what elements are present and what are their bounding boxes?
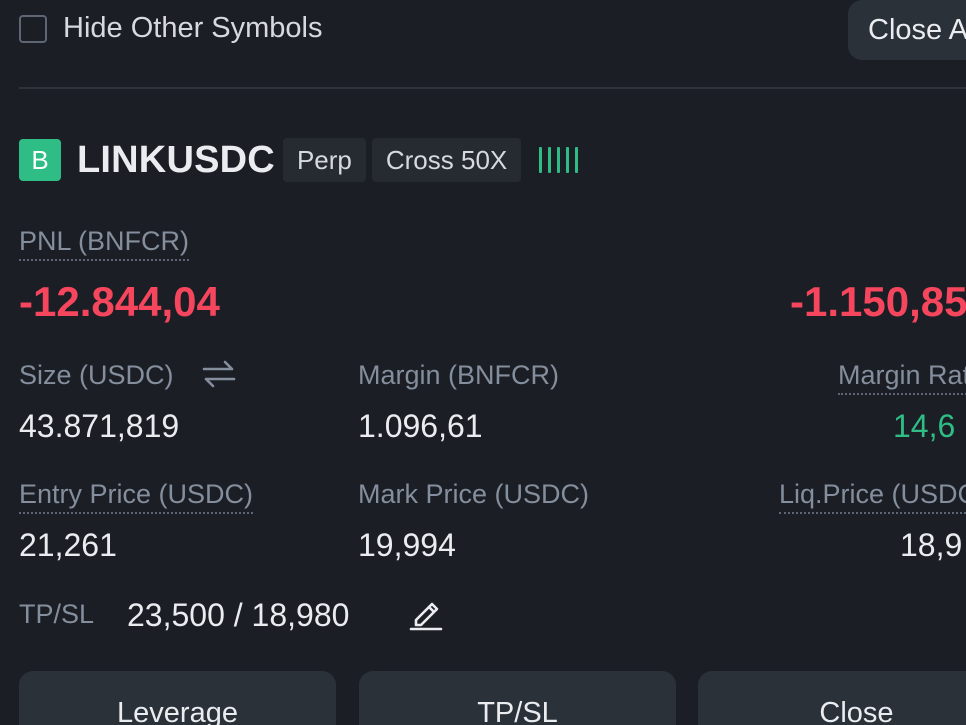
close-all-button[interactable]: Close All [848,0,966,60]
adl-indicator-icon [539,145,579,175]
divider [19,87,966,89]
leverage-button[interactable]: Leverage [19,671,336,725]
hide-other-symbols-toggle[interactable]: Hide Other Symbols [19,12,323,45]
close-position-button[interactable]: Close [698,671,966,725]
liq-price-label[interactable]: Liq.Price (USDC) [779,479,966,514]
margin-ratio-value: 14,6 [893,408,956,444]
size-label: Size (USDC) [19,360,174,390]
mark-price-label: Mark Price (USDC) [358,479,590,509]
tpsl-button[interactable]: TP/SL [359,671,676,725]
positions-panel: Hide Other Symbols Close All B LINKUSDC … [0,0,966,725]
position-header: B LINKUSDC Perp Cross 50X [19,138,579,182]
entry-price-label[interactable]: Entry Price (USDC) [19,479,254,514]
margin-label: Margin (BNFCR) [358,360,560,390]
roi-value: -1.150,85 [790,278,966,325]
contract-type-tag: Perp [282,138,366,182]
swap-arrows-icon[interactable] [201,359,237,389]
edit-pencil-icon[interactable] [408,595,444,631]
margin-ratio-label[interactable]: Margin Ratio [838,360,966,395]
pnl-label[interactable]: PNL (BNFCR) [19,226,190,261]
entry-price-value: 21,261 [19,527,117,563]
margin-value: 1.096,61 [358,408,483,444]
mark-price-value: 19,994 [358,527,456,563]
hide-other-symbols-checkbox[interactable] [19,14,47,43]
tpsl-label: TP/SL [19,599,95,629]
buy-side-badge: B [19,139,61,181]
tpsl-value: 23,500 / 18,980 [127,597,350,633]
liq-price-value: 18,9 [900,527,963,563]
pnl-value: -12.844,04 [19,278,220,325]
size-value: 43.871,819 [19,408,180,444]
hide-other-symbols-label: Hide Other Symbols [63,12,323,44]
margin-mode-leverage-tag[interactable]: Cross 50X [371,138,522,182]
symbol-name[interactable]: LINKUSDC [77,139,275,182]
